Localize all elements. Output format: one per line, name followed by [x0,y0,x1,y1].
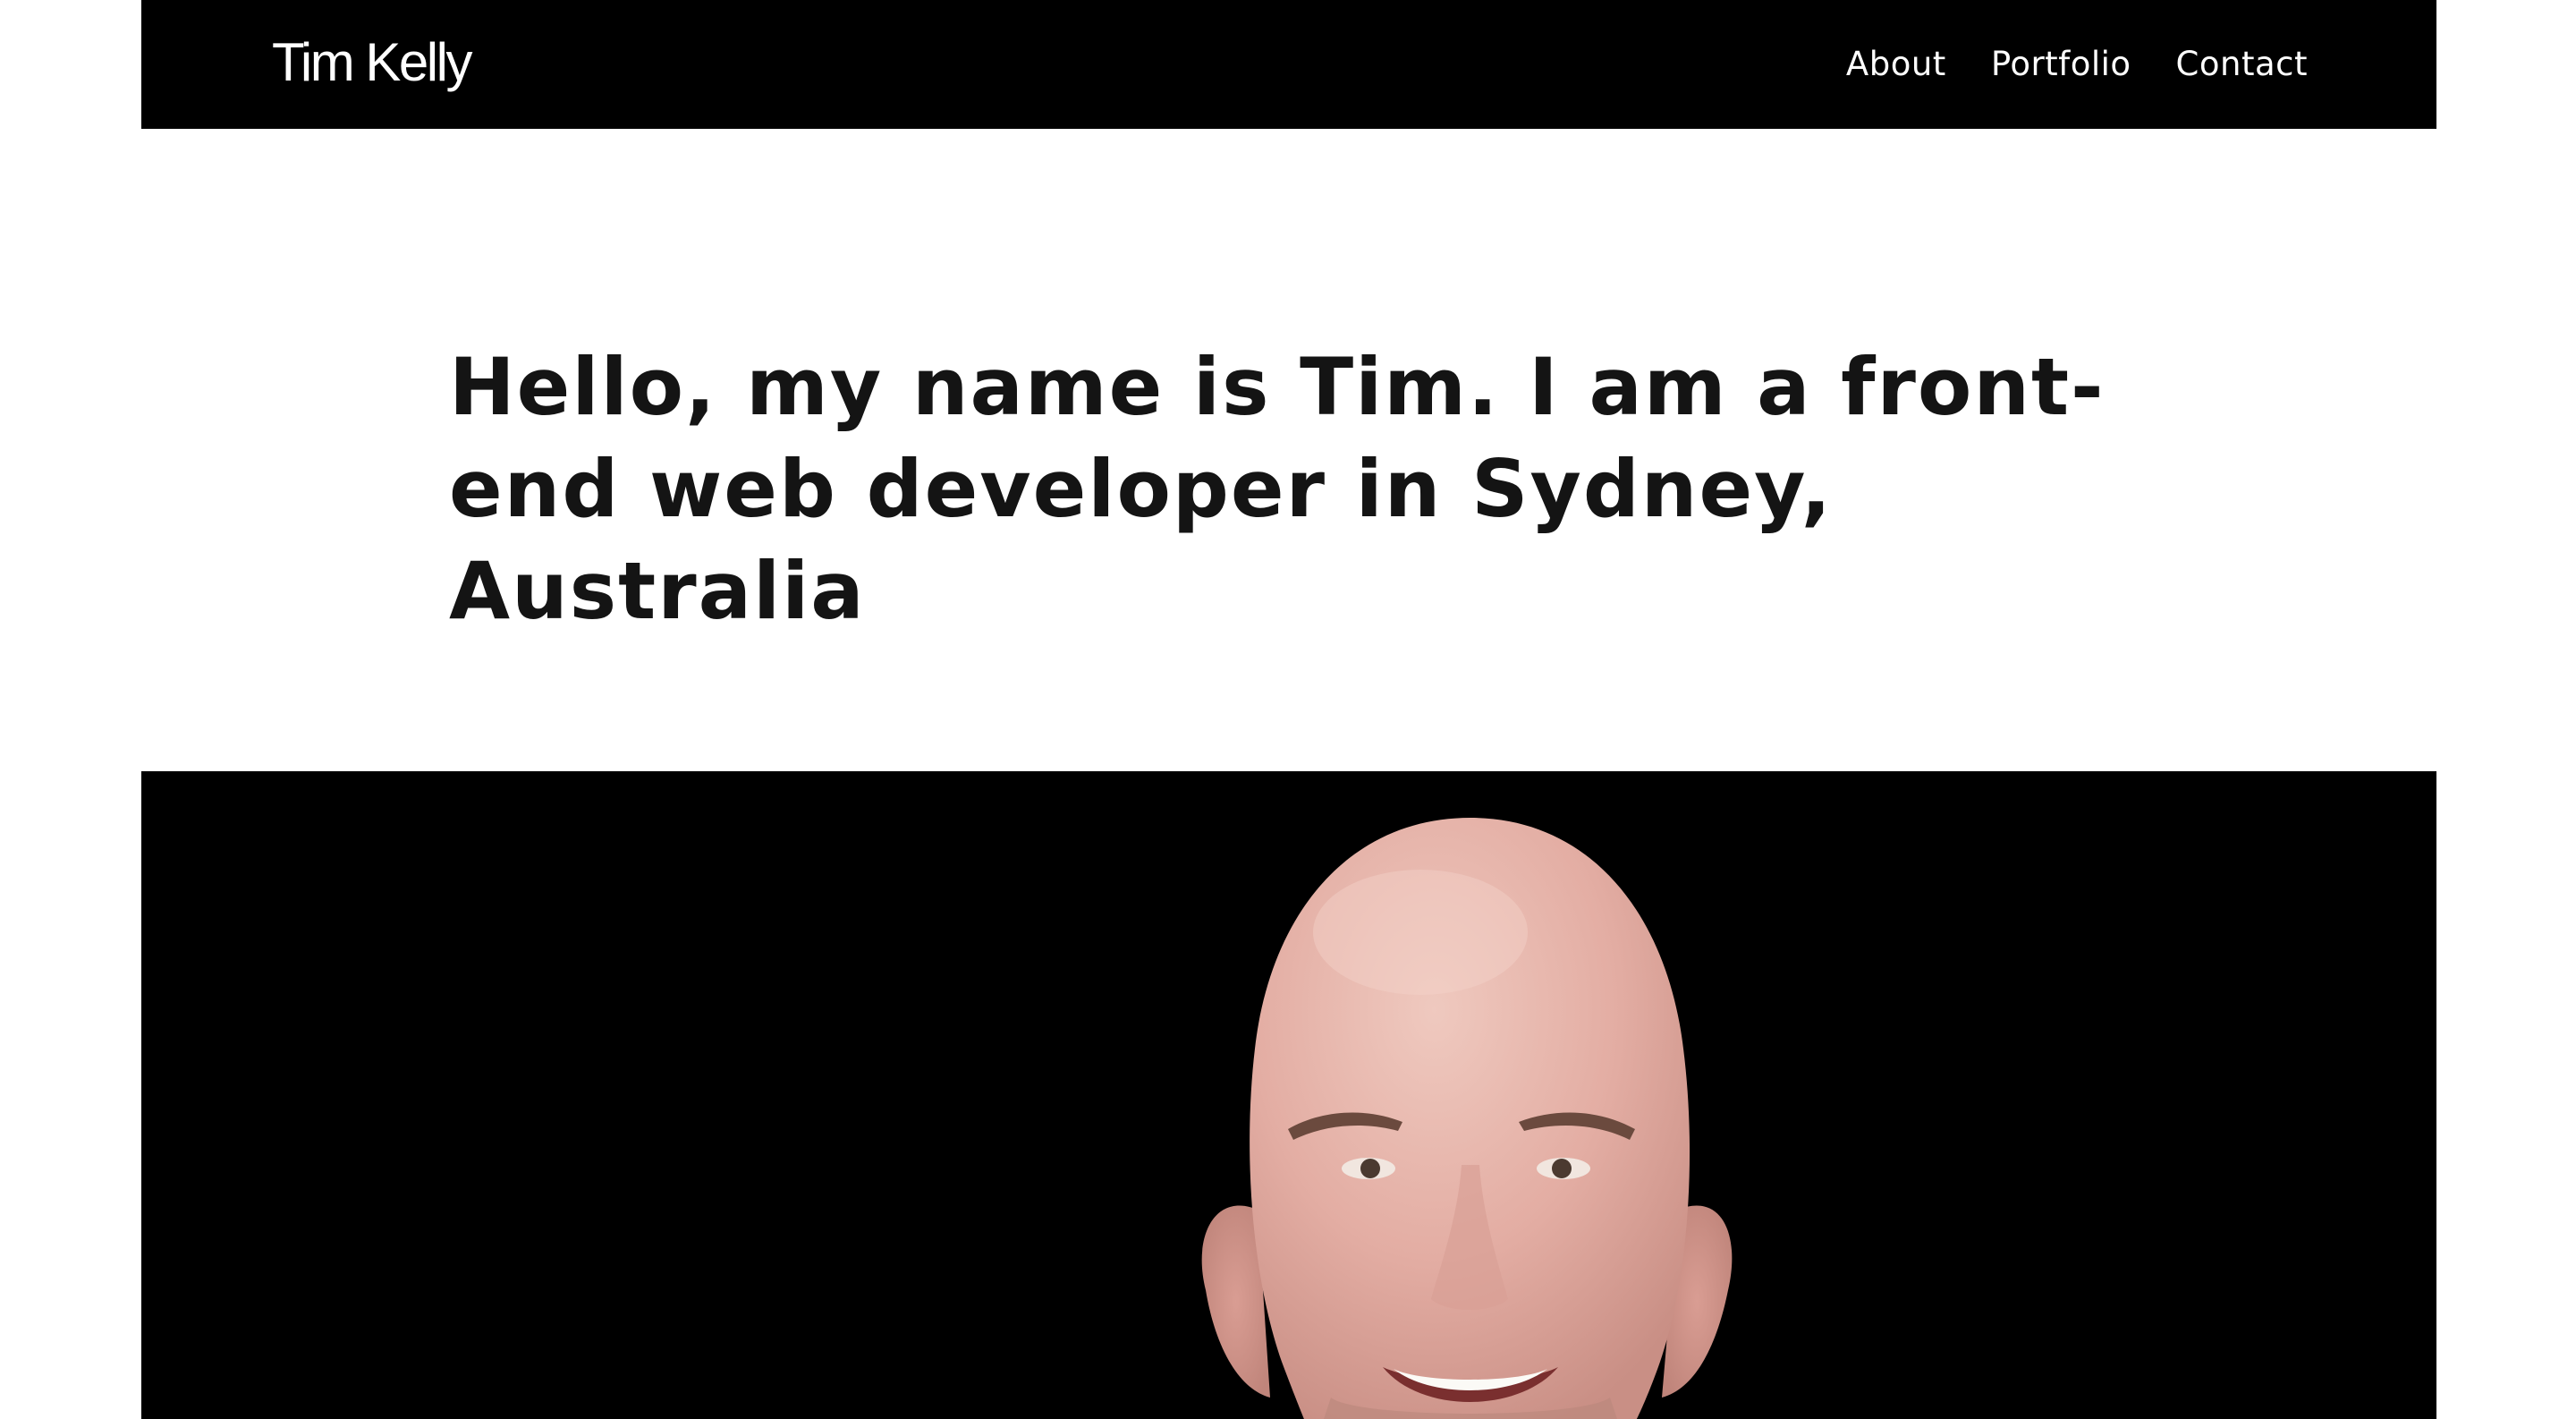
portrait-section [141,771,2436,1419]
main-nav: About Portfolio Contact [1846,38,2308,91]
portrait-photo [1201,818,1733,1419]
intro-heading: Hello, my name is Tim. I am a front-end … [449,341,2106,637]
page: Tim Kelly About Portfolio Contact Hello,… [141,0,2436,1419]
site-logo[interactable]: Tim Kelly [272,27,472,98]
nav-about-link[interactable]: About [1846,38,1946,91]
site-header: Tim Kelly About Portfolio Contact [141,0,2436,129]
nav-portfolio-link[interactable]: Portfolio [1991,38,2131,91]
nav-contact-link[interactable]: Contact [2176,38,2308,91]
